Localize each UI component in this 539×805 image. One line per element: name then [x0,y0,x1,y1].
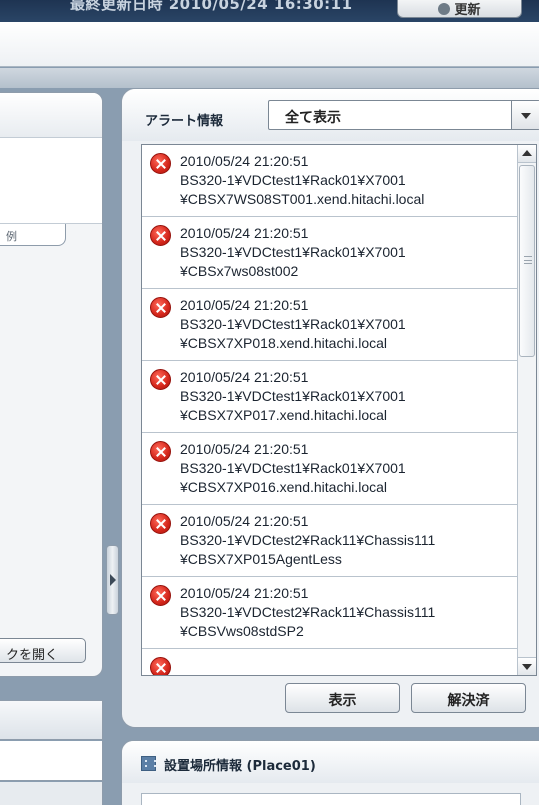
alert-path: BS320-1¥VDCtest1¥Rack01¥X7001 [180,388,406,404]
left-lower-header [0,700,103,740]
alert-host: ¥CBSx7ws08st002 [180,263,299,279]
grip-icon [524,256,532,264]
alert-host: ¥CBSX7WS08ST001.xend.hitachi.local [180,191,425,207]
error-icon [150,297,171,318]
place-info-panel: 設置場所情報 (Place01) [121,740,539,805]
error-icon [150,441,171,462]
alert-panel-header: アラート情報 全て表示 [122,89,539,141]
scroll-thumb[interactable] [519,165,535,357]
section-band [0,68,539,88]
resolve-button[interactable]: 解決済 [411,683,526,713]
dropdown-button[interactable] [511,101,539,129]
arrow-down-icon [522,664,532,670]
scroll-down-button[interactable] [518,657,536,675]
error-icon [150,513,171,534]
error-icon [150,369,171,390]
last-updated-text: 最終更新日時 2010/05/24 16:30:11 [70,0,353,13]
alert-item[interactable]: 2010/05/24 21:20:51 BS320-1¥VDCtest1¥Rac… [142,289,518,361]
toolbar-area [0,22,539,67]
alert-datetime: 2010/05/24 21:20:51 [180,153,309,169]
alert-path: BS320-1¥VDCtest1¥Rack01¥X7001 [180,316,406,332]
top-header: 最終更新日時 2010/05/24 16:30:11 更新 [0,0,539,22]
chevron-down-icon [521,113,531,119]
update-button[interactable]: 更新 [397,0,522,18]
alert-panel-title: アラート情報 [145,114,224,129]
place-info-title: 設置場所情報 (Place01) [164,759,316,774]
arrow-up-icon [522,150,532,156]
error-icon [150,153,171,174]
panel-splitter[interactable] [106,545,119,615]
update-button-label: 更新 [454,3,481,18]
left-panel: 例 クを開く [0,92,103,677]
open-link-button[interactable]: クを開く [0,638,86,663]
alert-host: ¥CBSX7XP018.xend.hitachi.local [180,335,388,351]
alert-datetime: 2010/05/24 21:20:51 [180,441,309,457]
alert-list-scrollbar[interactable] [517,145,536,675]
alert-host: ¥CBSX7XP016.xend.hitachi.local [180,479,388,495]
alert-filter-value: 全て表示 [285,110,341,126]
refresh-icon [438,3,451,15]
scroll-up-button[interactable] [518,145,536,163]
alert-item-partial[interactable] [142,649,518,675]
alert-list[interactable]: 2010/05/24 21:20:51 BS320-1¥VDCtest1¥Rac… [141,144,537,676]
alert-filter-select[interactable]: 全て表示 [268,100,539,130]
alert-item[interactable]: 2010/05/24 21:20:51 BS320-1¥VDCtest1¥Rac… [142,361,518,433]
place-info-content [141,793,521,805]
alert-panel: アラート情報 全て表示 2010/05/24 21:20:51 BS320-1¥… [121,88,539,728]
place-info-header: 設置場所情報 (Place01) [122,741,539,783]
alert-path: BS320-1¥VDCtest1¥Rack01¥X7001 [180,460,406,476]
alert-item[interactable]: 2010/05/24 21:20:51 BS320-1¥VDCtest2¥Rac… [142,505,518,577]
left-panel-header [0,93,102,138]
alert-items: 2010/05/24 21:20:51 BS320-1¥VDCtest1¥Rac… [142,145,518,675]
error-icon [150,657,171,675]
alert-path: BS320-1¥VDCtest1¥Rack01¥X7001 [180,172,406,188]
alert-item[interactable]: 2010/05/24 21:20:51 BS320-1¥VDCtest2¥Rac… [142,577,518,649]
alert-host: ¥CBSVws08stdSP2 [180,623,304,639]
alert-path: BS320-1¥VDCtest2¥Rack11¥Chassis111 [180,604,436,620]
alert-item[interactable]: 2010/05/24 21:20:51 BS320-1¥VDCtest1¥Rac… [142,145,518,217]
left-lower-footer [0,782,103,805]
legend-tab[interactable]: 例 [0,224,66,246]
left-lower-content [0,741,103,781]
show-button[interactable]: 表示 [285,683,400,713]
alert-datetime: 2010/05/24 21:20:51 [180,369,309,385]
error-icon [150,225,171,246]
error-icon [150,585,171,606]
building-icon [141,756,156,771]
alert-item[interactable]: 2010/05/24 21:20:51 BS320-1¥VDCtest1¥Rac… [142,433,518,505]
alert-datetime: 2010/05/24 21:20:51 [180,225,309,241]
alert-path: BS320-1¥VDCtest1¥Rack01¥X7001 [180,244,406,260]
alert-datetime: 2010/05/24 21:20:51 [180,585,309,601]
alert-host: ¥CBSX7XP017.xend.hitachi.local [180,407,388,423]
left-panel-content [0,138,102,224]
expand-arrow-icon [110,574,116,586]
alert-host: ¥CBSX7XP015AgentLess [180,551,342,567]
alert-datetime: 2010/05/24 21:20:51 [180,297,309,313]
alert-path: BS320-1¥VDCtest2¥Rack11¥Chassis111 [180,532,436,548]
alert-datetime: 2010/05/24 21:20:51 [180,513,309,529]
alert-item[interactable]: 2010/05/24 21:20:51 BS320-1¥VDCtest1¥Rac… [142,217,518,289]
